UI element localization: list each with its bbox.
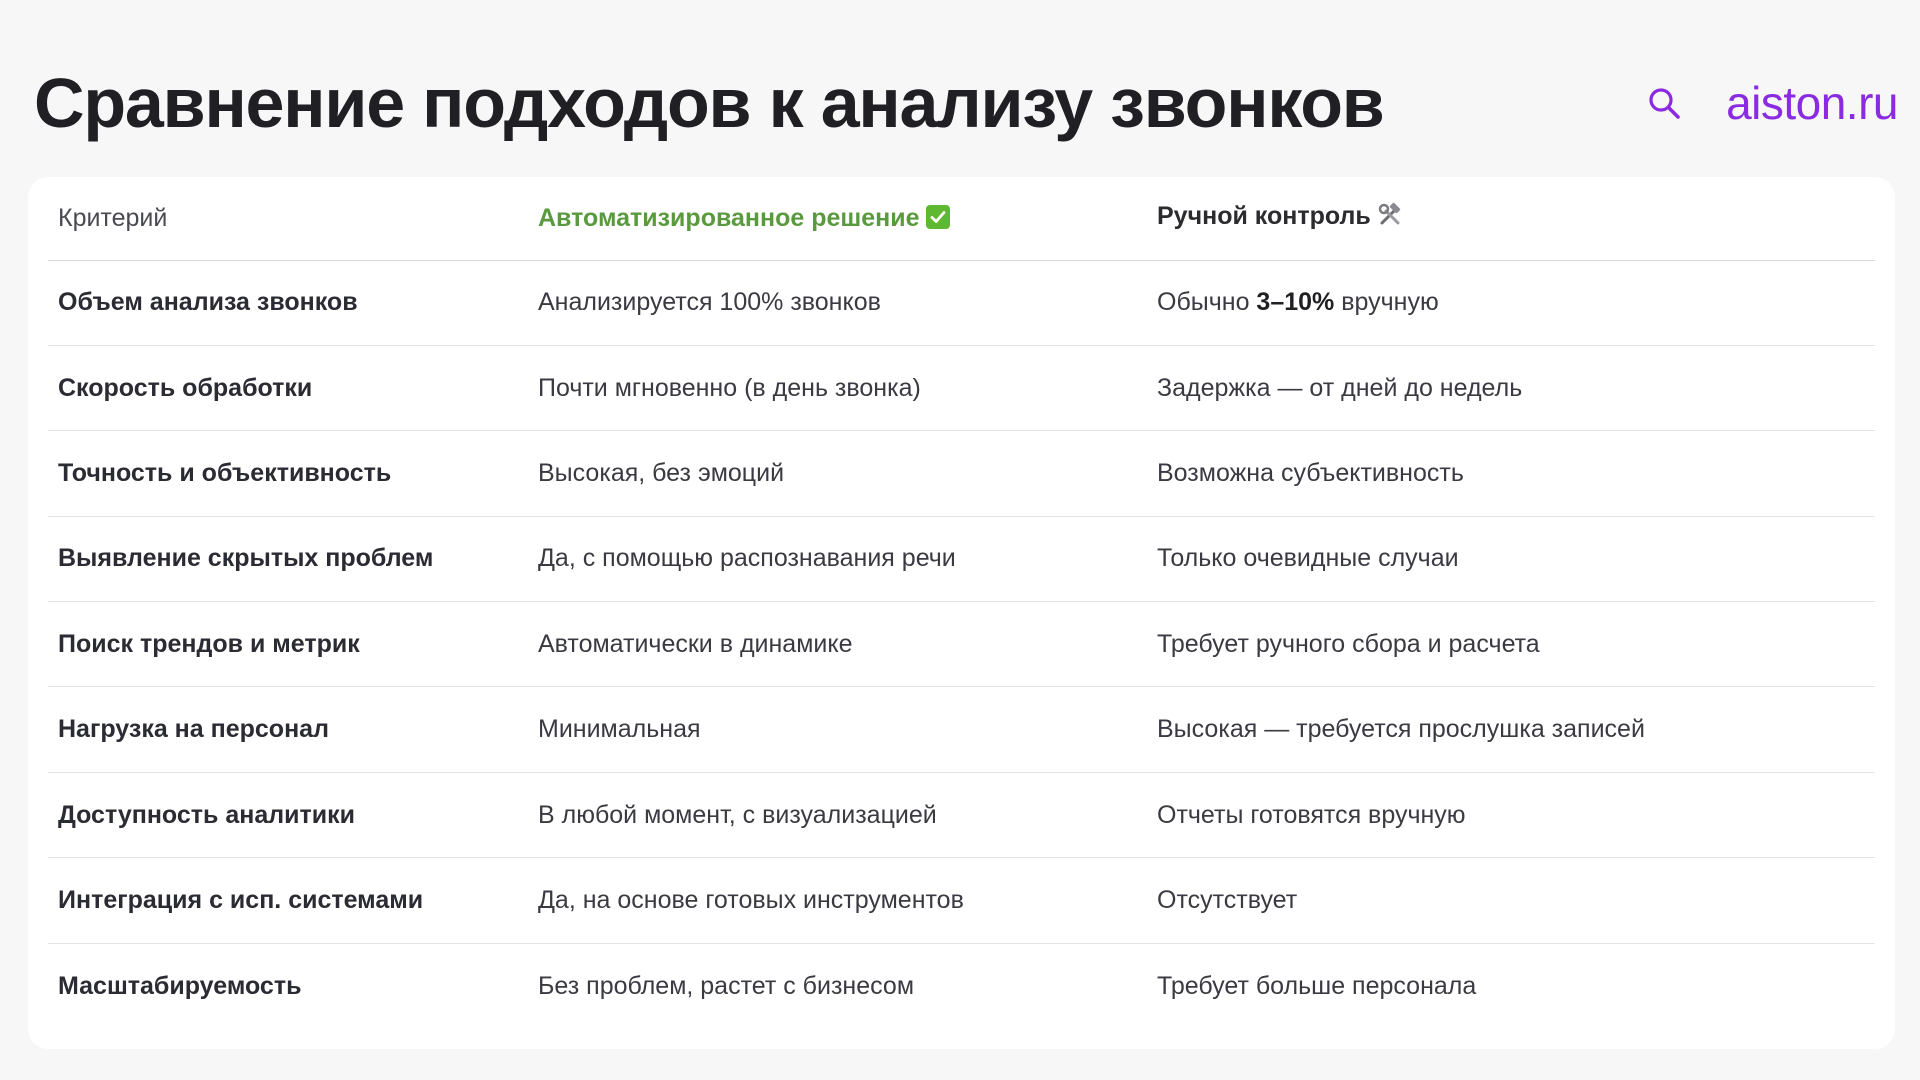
automated-cell: Анализируется 100% звонков: [538, 288, 881, 317]
criterion-cell: Масштабируемость: [58, 971, 302, 1000]
criterion-cell: Поиск трендов и метрик: [58, 629, 360, 658]
automated-cell: В любой момент, с визуализацией: [538, 800, 937, 829]
hammer-wrench-icon: [1377, 202, 1403, 235]
table-row: Доступность аналитики В любой момент, с …: [48, 772, 1875, 858]
header-criterion: Критерий: [48, 177, 528, 261]
table-row: Масштабируемость Без проблем, растет с б…: [48, 943, 1875, 1028]
table-row: Поиск трендов и метрик Автоматически в д…: [48, 602, 1875, 687]
automated-cell: Без проблем, растет с бизнесом: [538, 971, 915, 1000]
page-title: Сравнение подходов к анализу звонков: [34, 64, 1385, 142]
table-row: Объем анализа звонков Анализируется 100%…: [48, 260, 1875, 346]
criterion-cell: Нагрузка на персонал: [58, 715, 329, 744]
comparison-table: Критерий Автоматизированное решение Ручн…: [48, 177, 1875, 1029]
table-row: Скорость обработки Почти мгновенно (в де…: [48, 345, 1875, 431]
table-row: Нагрузка на персонал Минимальная Высокая…: [48, 687, 1875, 773]
manual-cell: Отсутствует: [1157, 885, 1298, 914]
table-row: Интеграция с исп. системами Да, на основ…: [48, 858, 1875, 944]
search-icon: [1649, 88, 1680, 119]
header-actions: aiston.ru: [1640, 76, 1898, 130]
manual-cell: Требует больше персонала: [1157, 971, 1477, 1000]
manual-cell: Обычно 3–10% вручную: [1157, 288, 1439, 317]
automated-cell: Высокая, без эмоций: [538, 458, 785, 487]
criterion-cell: Интеграция с исп. системами: [58, 885, 424, 914]
manual-cell: Высокая — требуется прослушка записей: [1157, 715, 1645, 744]
manual-cell: Отчеты готовятся вручную: [1157, 800, 1466, 829]
criterion-cell: Доступность аналитики: [58, 800, 355, 829]
manual-cell: Требует ручного сбора и расчета: [1157, 629, 1540, 658]
header-automated: Автоматизированное решение: [528, 177, 1147, 261]
automated-cell: Да, с помощью распознавания речи: [538, 544, 956, 573]
brand-link[interactable]: aiston.ru: [1726, 76, 1898, 130]
criterion-cell: Скорость обработки: [58, 373, 313, 402]
criterion-cell: Выявление скрытых проблем: [58, 544, 434, 573]
check-mark-icon: [925, 204, 950, 229]
manual-cell: Только очевидные случаи: [1157, 544, 1459, 573]
table-row: Выявление скрытых проблем Да, с помощью …: [48, 516, 1875, 602]
automated-cell: Автоматически в динамике: [538, 629, 853, 658]
table-header-row: Критерий Автоматизированное решение Ручн…: [48, 177, 1875, 261]
table-row: Точность и объективность Высокая, без эм…: [48, 431, 1875, 517]
criterion-cell: Точность и объективность: [58, 458, 392, 487]
automated-cell: Почти мгновенно (в день звонка): [538, 373, 921, 402]
manual-cell: Задержка — от дней до недель: [1157, 373, 1523, 402]
automated-cell: Минимальная: [538, 715, 701, 744]
comparison-card: Критерий Автоматизированное решение Ручн…: [28, 177, 1895, 1049]
manual-cell: Возможна субъективность: [1157, 458, 1464, 487]
header-manual: Ручной контроль: [1147, 177, 1875, 261]
page-header: Сравнение подходов к анализу звонков ais…: [34, 58, 1898, 148]
search-button[interactable]: [1640, 79, 1688, 127]
automated-cell: Да, на основе готовых инструментов: [538, 885, 964, 914]
criterion-cell: Объем анализа звонков: [58, 288, 358, 317]
